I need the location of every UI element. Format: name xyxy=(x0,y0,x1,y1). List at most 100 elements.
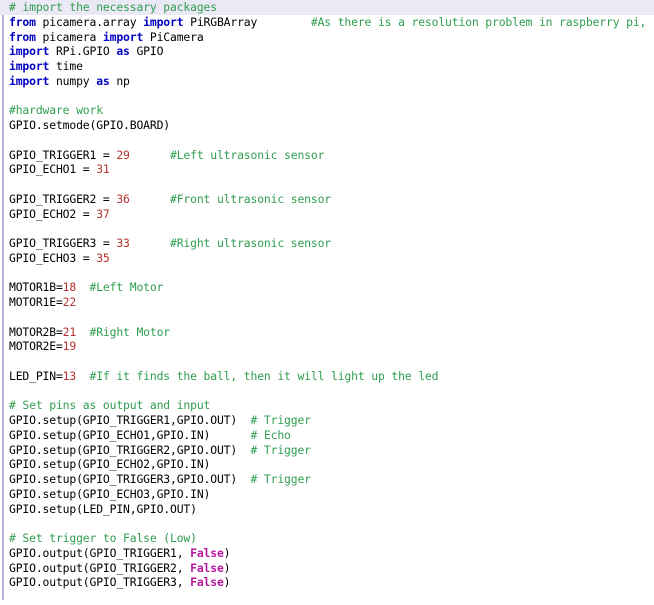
code-line[interactable]: # Set trigger to False (Low) xyxy=(0,531,654,546)
code-token-num: 22 xyxy=(62,295,77,309)
code-token-plain: RPi.GPIO xyxy=(49,44,117,59)
code-token-plain: np xyxy=(109,73,130,88)
code-token-comment: # Echo xyxy=(250,427,291,442)
code-token-plain: MOTOR2E= xyxy=(9,339,63,354)
code-token-plain: GPIO.setup(GPIO_TRIGGER2,GPIO.OUT) xyxy=(9,442,251,457)
code-line[interactable]: GPIO.output(GPIO_TRIGGER3, False) xyxy=(0,575,654,590)
code-line[interactable]: GPIO.setup(GPIO_TRIGGER1,GPIO.OUT) # Tri… xyxy=(0,413,654,428)
code-token-comment: #As there is a resolution problem in ras… xyxy=(310,14,647,29)
code-token-comment: # Trigger xyxy=(250,413,311,427)
code-token-num: 21 xyxy=(62,324,77,339)
code-line[interactable]: GPIO.setup(GPIO_TRIGGER3,GPIO.OUT) # Tri… xyxy=(0,472,654,487)
code-token-const: False xyxy=(190,575,224,590)
code-line[interactable]: import RPi.GPIO as GPIO xyxy=(0,44,654,59)
code-line[interactable]: #hardware work xyxy=(0,103,654,118)
code-line[interactable] xyxy=(0,590,654,605)
code-line[interactable]: GPIO.setup(GPIO_ECHO2,GPIO.IN) xyxy=(0,457,654,472)
code-token-plain: GPIO_TRIGGER1 = xyxy=(9,147,117,162)
code-token-plain: ) xyxy=(223,560,231,575)
code-token-plain: MOTOR1E= xyxy=(9,295,63,309)
code-token-kw: from xyxy=(9,29,36,44)
code-token-plain: GPIO.output(GPIO_TRIGGER1, xyxy=(9,545,191,560)
code-line[interactable]: GPIO.setmode(GPIO.BOARD) xyxy=(0,118,654,133)
code-line[interactable]: GPIO_ECHO1 = 31 xyxy=(0,162,654,177)
code-line[interactable] xyxy=(0,310,654,325)
code-line[interactable]: GPIO_TRIGGER1 = 29 #Left ultrasonic sens… xyxy=(0,148,654,163)
code-token-num: 37 xyxy=(96,206,110,221)
code-line[interactable]: GPIO.output(GPIO_TRIGGER1, False) xyxy=(0,546,654,561)
code-line[interactable]: # import the necessary packages xyxy=(0,0,654,15)
code-line[interactable]: GPIO.output(GPIO_TRIGGER2, False) xyxy=(0,561,654,576)
code-line[interactable]: GPIO.setup(GPIO_ECHO3,GPIO.IN) xyxy=(0,487,654,502)
code-token-const: False xyxy=(190,560,224,575)
code-token-kw: as xyxy=(96,73,110,88)
code-token-num: 36 xyxy=(116,191,130,206)
code-token-kw: import xyxy=(102,29,144,44)
code-token-plain: GPIO.setup(GPIO_ECHO3,GPIO.IN) xyxy=(9,486,211,501)
code-line[interactable]: GPIO_ECHO2 = 37 xyxy=(0,207,654,222)
code-token-plain: LED_PIN= xyxy=(9,368,63,383)
code-line[interactable] xyxy=(0,133,654,148)
code-token-num: 35 xyxy=(96,250,110,265)
code-line[interactable] xyxy=(0,384,654,399)
code-token-num: 33 xyxy=(116,236,130,250)
code-token-plain: GPIO_TRIGGER3 = xyxy=(9,236,117,250)
code-line[interactable]: MOTOR2B=21 #Right Motor xyxy=(0,325,654,340)
code-line[interactable]: GPIO.setup(GPIO_TRIGGER2,GPIO.OUT) # Tri… xyxy=(0,443,654,458)
code-token-plain: MOTOR1B= xyxy=(9,280,63,295)
code-token-num: 31 xyxy=(96,162,110,177)
code-token-comment: #Right ultrasonic sensor xyxy=(170,236,331,250)
code-line[interactable]: LED_PIN=13 #If it finds the ball, then i… xyxy=(0,369,654,384)
code-token-comment: # Trigger xyxy=(250,442,311,457)
code-token-plain: GPIO_ECHO2 = xyxy=(9,206,97,221)
code-line[interactable] xyxy=(0,266,654,281)
code-token-plain: time xyxy=(49,59,83,73)
code-line[interactable]: # Set pins as output and input xyxy=(0,398,654,413)
code-token-const: False xyxy=(190,545,224,560)
code-line[interactable]: GPIO.setup(GPIO_ECHO1,GPIO.IN) # Echo xyxy=(0,428,654,443)
code-token-plain: PiRGBArray xyxy=(183,14,311,29)
code-line[interactable] xyxy=(0,354,654,369)
code-line[interactable]: MOTOR2E=19 xyxy=(0,339,654,354)
code-line[interactable]: from picamera.array import PiRGBArray #A… xyxy=(0,15,654,30)
code-token-num: 19 xyxy=(62,339,77,354)
code-line[interactable]: import time xyxy=(0,59,654,74)
code-token-comment: #Left ultrasonic sensor xyxy=(170,147,325,162)
code-line[interactable]: MOTOR1B=18 #Left Motor xyxy=(0,280,654,295)
code-token-plain: GPIO.setmode(GPIO.BOARD) xyxy=(9,118,170,132)
code-token-kw: import xyxy=(9,73,50,88)
code-viewer[interactable]: # import the necessary packages from pica… xyxy=(0,0,654,600)
code-line[interactable]: from picamera import PiCamera xyxy=(0,30,654,45)
code-token-comment: #If it finds the ball, then it will ligh… xyxy=(89,368,439,383)
code-token-comment: #hardware work xyxy=(9,103,103,118)
code-token-comment: # Set trigger to False (Low) xyxy=(9,531,197,545)
code-token-plain: PiCamera xyxy=(143,29,204,44)
code-token-plain: GPIO.setup(LED_PIN,GPIO.OUT) xyxy=(9,501,197,516)
code-line[interactable] xyxy=(0,89,654,104)
code-line[interactable]: GPIO_ECHO3 = 35 xyxy=(0,251,654,266)
code-token-kw: import xyxy=(9,44,50,59)
code-token-plain: GPIO.setup(GPIO_ECHO2,GPIO.IN) xyxy=(9,457,211,472)
code-line[interactable]: import numpy as np xyxy=(0,74,654,89)
code-line[interactable]: GPIO.setup(LED_PIN,GPIO.OUT) xyxy=(0,502,654,517)
code-line[interactable]: GPIO_TRIGGER2 = 36 #Front ultrasonic sen… xyxy=(0,192,654,207)
code-token-comment: #Right Motor xyxy=(89,324,171,339)
code-token-comment: # import the necessary packages xyxy=(9,0,217,14)
code-line[interactable]: GPIO_TRIGGER3 = 33 #Right ultrasonic sen… xyxy=(0,236,654,251)
code-token-kw: import xyxy=(9,59,50,73)
code-token-comment: #Left Motor xyxy=(89,280,164,295)
code-line[interactable] xyxy=(0,516,654,531)
code-token-kw: from xyxy=(9,14,36,29)
code-line[interactable]: MOTOR1E=22 xyxy=(0,295,654,310)
code-line[interactable] xyxy=(0,177,654,192)
code-token-plain: GPIO.setup(GPIO_TRIGGER1,GPIO.OUT) xyxy=(9,413,251,427)
code-token-plain: GPIO.output(GPIO_TRIGGER3, xyxy=(9,575,191,590)
code-token-kw: import xyxy=(143,14,184,29)
code-token-plain: ) xyxy=(223,575,231,590)
code-token-plain: GPIO xyxy=(129,44,164,59)
code-line[interactable] xyxy=(0,221,654,236)
